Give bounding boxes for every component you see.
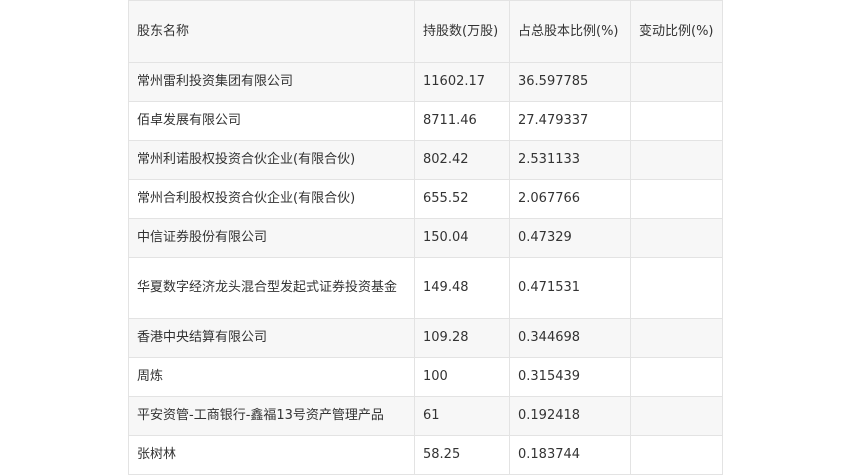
table-row: 常州合利股权投资合伙企业(有限合伙) 655.52 2.067766 (128, 179, 723, 219)
cell-ratio: 36.597785 (509, 62, 631, 102)
cell-ratio: 27.479337 (509, 101, 631, 141)
cell-shares: 11602.17 (414, 62, 510, 102)
cell-ratio: 0.183744 (509, 435, 631, 475)
table-header-row: 股东名称 持股数(万股) 占总股本比例(%) 变动比例(%) (128, 0, 723, 63)
cell-name: 华夏数字经济龙头混合型发起式证券投资基金 (128, 257, 415, 319)
table-row: 香港中央结算有限公司 109.28 0.344698 (128, 318, 723, 358)
cell-shares: 150.04 (414, 218, 510, 258)
header-shareholder-name: 股东名称 (128, 0, 415, 63)
header-change-ratio: 变动比例(%) (630, 0, 723, 63)
cell-name: 平安资管-工商银行-鑫福13号资产管理产品 (128, 396, 415, 436)
cell-shares: 802.42 (414, 140, 510, 180)
cell-name: 香港中央结算有限公司 (128, 318, 415, 358)
shareholder-table-container: 股东名称 持股数(万股) 占总股本比例(%) 变动比例(%) 常州雷利投资集团有… (128, 0, 723, 475)
cell-name: 周炼 (128, 357, 415, 397)
cell-name: 中信证券股份有限公司 (128, 218, 415, 258)
cell-change (630, 62, 723, 102)
cell-change (630, 257, 723, 319)
shareholder-table: 股东名称 持股数(万股) 占总股本比例(%) 变动比例(%) 常州雷利投资集团有… (128, 0, 723, 475)
cell-shares: 100 (414, 357, 510, 397)
cell-change (630, 218, 723, 258)
cell-name: 常州利诺股权投资合伙企业(有限合伙) (128, 140, 415, 180)
cell-name: 张树林 (128, 435, 415, 475)
cell-shares: 61 (414, 396, 510, 436)
cell-shares: 8711.46 (414, 101, 510, 141)
cell-ratio: 0.344698 (509, 318, 631, 358)
table-row: 常州利诺股权投资合伙企业(有限合伙) 802.42 2.531133 (128, 140, 723, 180)
table-row: 张树林 58.25 0.183744 (128, 435, 723, 475)
cell-change (630, 179, 723, 219)
header-shares-held: 持股数(万股) (414, 0, 510, 63)
cell-shares: 149.48 (414, 257, 510, 319)
cell-change (630, 435, 723, 475)
table-row: 佰卓发展有限公司 8711.46 27.479337 (128, 101, 723, 141)
cell-shares: 655.52 (414, 179, 510, 219)
table-row: 周炼 100 0.315439 (128, 357, 723, 397)
cell-change (630, 140, 723, 180)
cell-shares: 109.28 (414, 318, 510, 358)
cell-ratio: 0.47329 (509, 218, 631, 258)
header-share-ratio: 占总股本比例(%) (509, 0, 631, 63)
cell-ratio: 0.471531 (509, 257, 631, 319)
table-row: 平安资管-工商银行-鑫福13号资产管理产品 61 0.192418 (128, 396, 723, 436)
cell-name: 常州雷利投资集团有限公司 (128, 62, 415, 102)
table-row: 华夏数字经济龙头混合型发起式证券投资基金 149.48 0.471531 (128, 257, 723, 319)
cell-change (630, 101, 723, 141)
cell-change (630, 396, 723, 436)
cell-change (630, 318, 723, 358)
cell-name: 常州合利股权投资合伙企业(有限合伙) (128, 179, 415, 219)
cell-shares: 58.25 (414, 435, 510, 475)
cell-ratio: 2.067766 (509, 179, 631, 219)
table-row: 中信证券股份有限公司 150.04 0.47329 (128, 218, 723, 258)
cell-ratio: 2.531133 (509, 140, 631, 180)
cell-ratio: 0.192418 (509, 396, 631, 436)
table-row: 常州雷利投资集团有限公司 11602.17 36.597785 (128, 62, 723, 102)
cell-ratio: 0.315439 (509, 357, 631, 397)
cell-change (630, 357, 723, 397)
cell-name: 佰卓发展有限公司 (128, 101, 415, 141)
